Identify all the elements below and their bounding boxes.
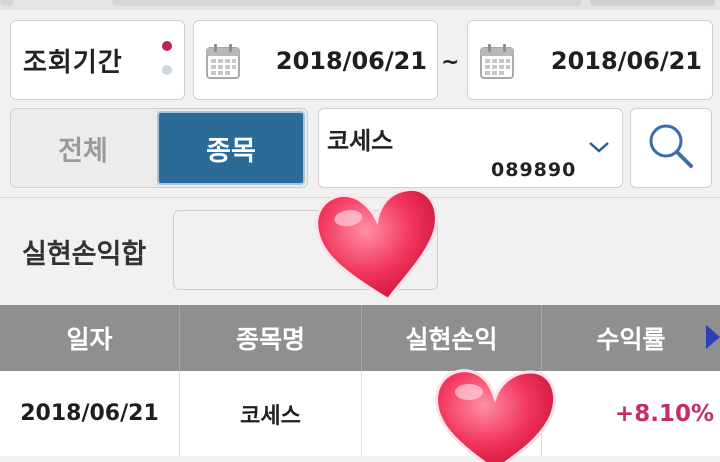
scroll-right-arrow-icon[interactable] [706,325,720,349]
table-header: 일자 종목명 실현손익 수익률 [0,305,720,371]
end-date-value: 2018/06/21 [550,47,702,75]
period-label: 조회기간 [23,47,123,78]
search-button[interactable] [630,108,712,188]
end-date-field[interactable]: 2018/06/21 [467,20,713,100]
stock-name: 코세스 [327,127,394,155]
cell-return-rate: +8.10% [614,400,714,427]
table-row[interactable]: 2018/06/21 코세스 +8.10% [0,371,720,456]
header-date[interactable]: 일자 [0,305,180,371]
search-icon [645,120,697,176]
cell-stock-name: 코세스 [180,371,362,456]
calendar-icon[interactable] [480,43,514,83]
period-label-box[interactable]: 조회기간 [10,20,185,100]
cell-date: 2018/06/21 [0,371,180,456]
header-return-rate-label: 수익률 [596,325,666,354]
header-return-rate[interactable]: 수익률 [542,305,720,371]
tab-all[interactable]: 전체 [11,109,155,187]
dot-active [162,41,172,51]
tab-stock[interactable]: 종목 [157,111,305,185]
start-date-field[interactable]: 2018/06/21 [193,20,438,100]
date-range-separator: ~ [441,50,460,75]
realized-pnl-sum-label: 실현손익합 [22,239,147,270]
top-strip [0,0,720,10]
calendar-icon[interactable] [206,43,240,83]
chevron-down-icon[interactable] [588,139,610,158]
heart-sticker [435,369,557,462]
dot-inactive [162,65,172,75]
period-toggle-dots[interactable] [162,41,172,89]
heart-sticker [315,188,438,302]
stock-code: 089890 [491,159,577,181]
start-date-value: 2018/06/21 [275,47,427,75]
header-stock-name[interactable]: 종목명 [180,305,362,371]
scope-segmented-control: 전체 종목 [10,108,308,188]
